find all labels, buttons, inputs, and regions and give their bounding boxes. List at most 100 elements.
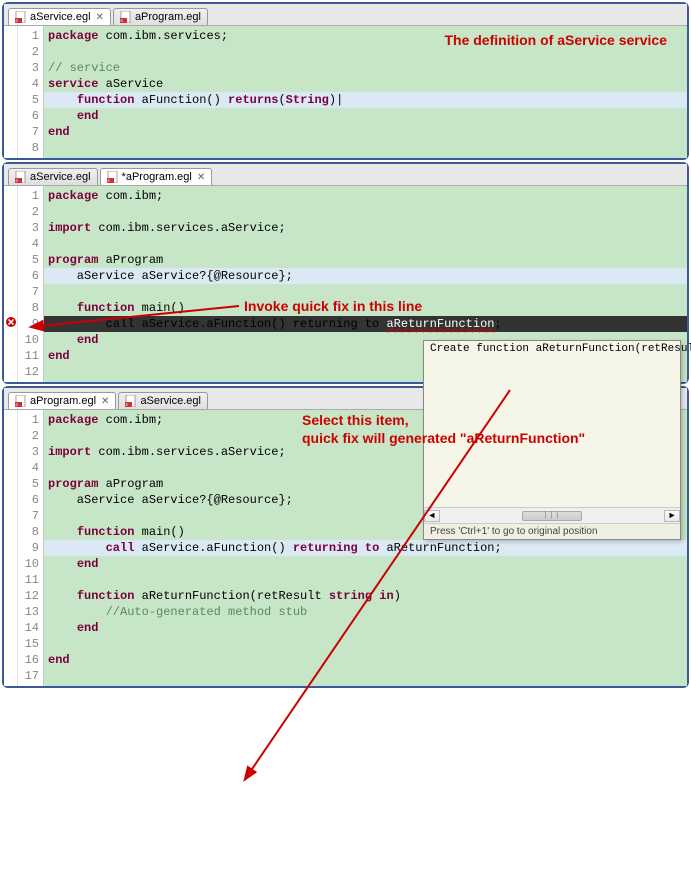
line-number: 8 [20, 140, 39, 156]
code-token [48, 525, 77, 539]
svg-text:E: E [126, 402, 129, 407]
tab-close-icon[interactable]: ✕ [101, 396, 109, 407]
code-line[interactable] [44, 204, 687, 220]
line-number: 14 [20, 620, 39, 636]
tab-bar: EaService.eglE*aProgram.egl✕ [4, 164, 687, 186]
code-token: aProgram [98, 477, 163, 491]
code-token [48, 621, 77, 635]
scroll-thumb[interactable]: ||| [522, 511, 582, 521]
scroll-left-button[interactable]: ◄ [424, 510, 440, 522]
line-number: 4 [20, 460, 39, 476]
editor-panel: EaService.eglE*aProgram.egl✕123456789101… [2, 162, 689, 384]
code-token: ) [394, 589, 401, 603]
code-token: function [77, 301, 135, 315]
code-token: )| [329, 93, 343, 107]
code-token: aService aService?{@Resource}; [48, 493, 293, 507]
editor-tab[interactable]: EaProgram.egl [113, 8, 208, 25]
tab-bar: EaService.egl✕EaProgram.egl [4, 4, 687, 26]
code-token: end [77, 333, 99, 347]
code-line[interactable]: service aService [44, 76, 687, 92]
code-token: com.ibm.services.aService; [91, 221, 285, 235]
code-line[interactable]: end [44, 108, 687, 124]
code-token: import [48, 221, 91, 235]
code-line[interactable] [44, 140, 687, 156]
line-number: 4 [20, 236, 39, 252]
code-line[interactable]: package com.ibm.services; [44, 28, 687, 44]
code-line[interactable]: //Auto-generated method stub [44, 604, 687, 620]
editor-tab[interactable]: EaService.egl [8, 168, 98, 185]
code-token [48, 589, 77, 603]
error-icon [5, 316, 17, 328]
code-area[interactable]: package com.ibm.services; // serviceservi… [44, 26, 687, 158]
svg-text:E: E [16, 18, 19, 23]
code-token: aReturnFunction(retResult [134, 589, 328, 603]
tab-label: aService.egl [30, 171, 91, 183]
code-token: ( [278, 93, 285, 107]
line-number: 2 [20, 204, 39, 220]
code-line[interactable]: package com.ibm; [44, 188, 687, 204]
popup-scrollbar[interactable]: ◄ ||| ► [424, 507, 680, 523]
line-number: 1 [20, 188, 39, 204]
svg-text:E: E [120, 18, 123, 23]
svg-text:E: E [107, 178, 110, 183]
code-line[interactable] [44, 636, 687, 652]
code-line[interactable] [44, 668, 687, 684]
line-number: 6 [20, 108, 39, 124]
code-line[interactable]: aService aService?{@Resource}; [44, 268, 687, 284]
tab-close-icon[interactable]: ✕ [96, 12, 104, 23]
code-line[interactable] [44, 284, 687, 300]
code-line[interactable] [44, 572, 687, 588]
line-number: 3 [20, 444, 39, 460]
line-number: 5 [20, 92, 39, 108]
quickfix-item[interactable]: Create function aReturnFunction(retResul… [424, 341, 680, 357]
code-line[interactable] [44, 236, 687, 252]
code-line[interactable]: function aFunction() returns(String)| [44, 92, 687, 108]
code-token: service [48, 77, 98, 91]
code-token: end [77, 109, 99, 123]
code-line[interactable]: // service [44, 60, 687, 76]
egl-file-icon: E [15, 395, 27, 407]
code-line[interactable]: import com.ibm.services.aService; [44, 220, 687, 236]
code-line[interactable] [44, 44, 687, 60]
code-line[interactable]: call aService.aFunction() returning to a… [44, 540, 687, 556]
egl-file-icon: E [15, 171, 27, 183]
code-line[interactable]: call aService.aFunction() returning to a… [44, 316, 687, 332]
line-number: 1 [20, 412, 39, 428]
code-line[interactable]: end [44, 556, 687, 572]
editor-panel: EaService.egl✕EaProgram.egl12345678packa… [2, 2, 689, 160]
line-number: 7 [20, 508, 39, 524]
line-number: 1 [20, 28, 39, 44]
line-number: 6 [20, 268, 39, 284]
code-token: aFunction() [134, 93, 228, 107]
code-token: function [77, 589, 135, 603]
code-token: import [48, 445, 91, 459]
code-line[interactable]: end [44, 652, 687, 668]
editor-tab[interactable]: EaService.egl [118, 392, 208, 409]
tab-label: aProgram.egl [30, 395, 96, 407]
code-editor[interactable]: 12345678package com.ibm.services;// serv… [4, 26, 687, 158]
line-number: 13 [20, 604, 39, 620]
editor-tab[interactable]: E*aProgram.egl✕ [100, 168, 213, 185]
code-line[interactable]: program aProgram [44, 252, 687, 268]
code-line[interactable]: function aReturnFunction(retResult strin… [44, 588, 687, 604]
code-token: end [48, 125, 70, 139]
scroll-track[interactable]: ||| [440, 509, 664, 523]
code-token: function [77, 525, 135, 539]
tab-label: aProgram.egl [135, 11, 201, 23]
code-line[interactable]: function main() [44, 300, 687, 316]
quickfix-popup[interactable]: Create function aReturnFunction(retResul… [423, 340, 681, 540]
code-token: com.ibm.services; [98, 29, 228, 43]
popup-hint: Press 'Ctrl+1' to go to original positio… [424, 523, 680, 539]
scroll-right-button[interactable]: ► [664, 510, 680, 522]
editor-tab[interactable]: EaService.egl✕ [8, 8, 111, 25]
code-token: aReturnFunction; [379, 541, 501, 555]
code-token [48, 605, 106, 619]
code-token: //Auto-generated method stub [106, 605, 308, 619]
code-token: call aService.aFunction() returning to [48, 317, 386, 331]
code-line[interactable]: end [44, 124, 687, 140]
egl-file-icon: E [107, 171, 119, 183]
editor-tab[interactable]: EaProgram.egl ✕ [8, 392, 116, 409]
tab-close-icon[interactable]: ✕ [197, 172, 205, 183]
code-line[interactable]: end [44, 620, 687, 636]
line-number: 3 [20, 60, 39, 76]
